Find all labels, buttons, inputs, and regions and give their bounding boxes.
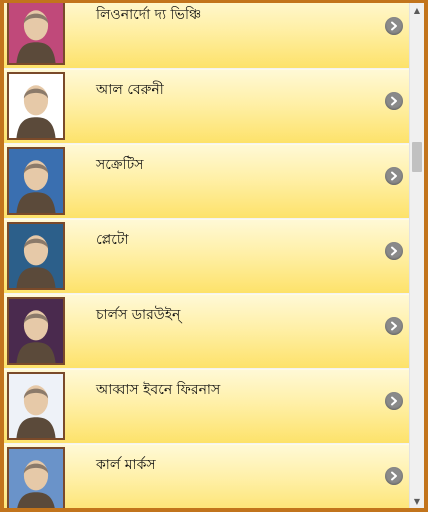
portrait-image xyxy=(7,222,65,290)
personality-list[interactable]: লিওনার্দো দ্য ভিঞ্চি আল বেরুনী সক্রেটিস প্ল… xyxy=(4,3,409,508)
list-item[interactable]: সক্রেটিস xyxy=(4,145,409,219)
chevron-right-circle-icon[interactable] xyxy=(385,467,403,485)
list-item-name: আল বেরুনী xyxy=(96,82,164,98)
chevron-right-circle-icon[interactable] xyxy=(385,17,403,35)
scroll-down-arrow-icon[interactable]: ▼ xyxy=(410,494,424,508)
list-item[interactable]: আল বেরুনী xyxy=(4,70,409,144)
list-item[interactable]: প্লেটো xyxy=(4,220,409,294)
list-item-name: কার্ল মার্কস xyxy=(96,457,156,473)
portrait-image xyxy=(7,3,65,65)
chevron-right-circle-icon[interactable] xyxy=(385,242,403,260)
list-item-name: আব্বাস ইবনে ফিরনাস xyxy=(96,382,221,398)
portrait-image xyxy=(7,147,65,215)
list-item-name: সক্রেটিস xyxy=(96,157,144,173)
list-item-name: চার্লস ডারউইন্ xyxy=(96,307,181,323)
portrait-image xyxy=(7,447,65,508)
list-item[interactable]: চার্লস ডারউইন্ xyxy=(4,295,409,369)
portrait-image xyxy=(7,72,65,140)
portrait-image xyxy=(7,372,65,440)
list-item-name: লিওনার্দো দ্য ভিঞ্চি xyxy=(96,7,202,23)
app-window: লিওনার্দো দ্য ভিঞ্চি আল বেরুনী সক্রেটিস প্ল… xyxy=(0,0,428,512)
list-item-name: প্লেটো xyxy=(96,232,129,248)
list-item[interactable]: লিওনার্দো দ্য ভিঞ্চি xyxy=(4,3,409,69)
chevron-right-circle-icon[interactable] xyxy=(385,167,403,185)
chevron-right-circle-icon[interactable] xyxy=(385,92,403,110)
list-item[interactable]: কার্ল মার্কস xyxy=(4,445,409,508)
scroll-up-arrow-icon[interactable]: ▲ xyxy=(410,3,424,17)
chevron-right-circle-icon[interactable] xyxy=(385,392,403,410)
scrollbar-thumb[interactable] xyxy=(412,142,422,172)
chevron-right-circle-icon[interactable] xyxy=(385,317,403,335)
portrait-image xyxy=(7,297,65,365)
list-item[interactable]: আব্বাস ইবনে ফিরনাস xyxy=(4,370,409,444)
vertical-scrollbar[interactable]: ▲ ▼ xyxy=(409,3,424,508)
